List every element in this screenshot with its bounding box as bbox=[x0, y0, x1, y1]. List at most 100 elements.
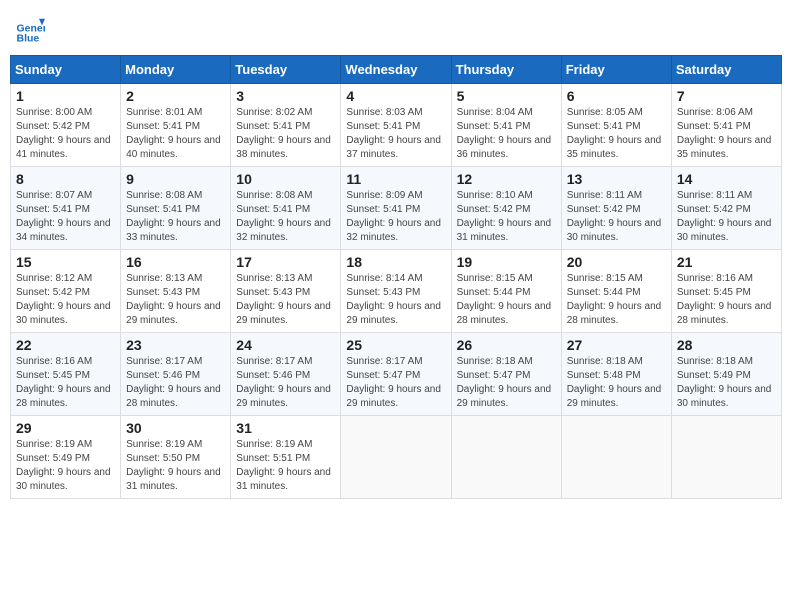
day-info: Sunrise: 8:16 AMSunset: 5:45 PMDaylight:… bbox=[16, 356, 111, 409]
day-number: 8 bbox=[16, 171, 115, 187]
day-number: 13 bbox=[567, 171, 666, 187]
calendar-cell: 17 Sunrise: 8:13 AMSunset: 5:43 PMDaylig… bbox=[231, 250, 341, 333]
calendar-week-2: 8 Sunrise: 8:07 AMSunset: 5:41 PMDayligh… bbox=[11, 167, 782, 250]
day-number: 6 bbox=[567, 88, 666, 104]
calendar-cell: 16 Sunrise: 8:13 AMSunset: 5:43 PMDaylig… bbox=[121, 250, 231, 333]
day-info: Sunrise: 8:04 AMSunset: 5:41 PMDaylight:… bbox=[457, 107, 552, 160]
calendar-week-3: 15 Sunrise: 8:12 AMSunset: 5:42 PMDaylig… bbox=[11, 250, 782, 333]
logo: General Blue bbox=[15, 15, 49, 45]
calendar-cell bbox=[451, 416, 561, 499]
calendar-cell: 18 Sunrise: 8:14 AMSunset: 5:43 PMDaylig… bbox=[341, 250, 451, 333]
calendar-header-row: SundayMondayTuesdayWednesdayThursdayFrid… bbox=[11, 56, 782, 84]
day-number: 29 bbox=[16, 420, 115, 436]
day-number: 12 bbox=[457, 171, 556, 187]
calendar-cell: 13 Sunrise: 8:11 AMSunset: 5:42 PMDaylig… bbox=[561, 167, 671, 250]
day-info: Sunrise: 8:17 AMSunset: 5:47 PMDaylight:… bbox=[346, 356, 441, 409]
calendar-cell: 4 Sunrise: 8:03 AMSunset: 5:41 PMDayligh… bbox=[341, 84, 451, 167]
day-info: Sunrise: 8:19 AMSunset: 5:49 PMDaylight:… bbox=[16, 439, 111, 492]
calendar-cell bbox=[341, 416, 451, 499]
logo-icon: General Blue bbox=[15, 15, 45, 45]
calendar-cell: 19 Sunrise: 8:15 AMSunset: 5:44 PMDaylig… bbox=[451, 250, 561, 333]
calendar-cell: 21 Sunrise: 8:16 AMSunset: 5:45 PMDaylig… bbox=[671, 250, 781, 333]
calendar-cell: 11 Sunrise: 8:09 AMSunset: 5:41 PMDaylig… bbox=[341, 167, 451, 250]
day-number: 2 bbox=[126, 88, 225, 104]
calendar-cell: 26 Sunrise: 8:18 AMSunset: 5:47 PMDaylig… bbox=[451, 333, 561, 416]
day-info: Sunrise: 8:07 AMSunset: 5:41 PMDaylight:… bbox=[16, 190, 111, 243]
day-number: 28 bbox=[677, 337, 776, 353]
calendar-cell: 5 Sunrise: 8:04 AMSunset: 5:41 PMDayligh… bbox=[451, 84, 561, 167]
day-info: Sunrise: 8:12 AMSunset: 5:42 PMDaylight:… bbox=[16, 273, 111, 326]
day-info: Sunrise: 8:16 AMSunset: 5:45 PMDaylight:… bbox=[677, 273, 772, 326]
calendar-week-4: 22 Sunrise: 8:16 AMSunset: 5:45 PMDaylig… bbox=[11, 333, 782, 416]
calendar-cell: 2 Sunrise: 8:01 AMSunset: 5:41 PMDayligh… bbox=[121, 84, 231, 167]
day-number: 26 bbox=[457, 337, 556, 353]
calendar-cell bbox=[561, 416, 671, 499]
calendar-header-thursday: Thursday bbox=[451, 56, 561, 84]
calendar-cell: 27 Sunrise: 8:18 AMSunset: 5:48 PMDaylig… bbox=[561, 333, 671, 416]
calendar-cell: 14 Sunrise: 8:11 AMSunset: 5:42 PMDaylig… bbox=[671, 167, 781, 250]
calendar-cell: 7 Sunrise: 8:06 AMSunset: 5:41 PMDayligh… bbox=[671, 84, 781, 167]
day-info: Sunrise: 8:14 AMSunset: 5:43 PMDaylight:… bbox=[346, 273, 441, 326]
calendar-cell: 6 Sunrise: 8:05 AMSunset: 5:41 PMDayligh… bbox=[561, 84, 671, 167]
calendar-cell: 10 Sunrise: 8:08 AMSunset: 5:41 PMDaylig… bbox=[231, 167, 341, 250]
day-number: 27 bbox=[567, 337, 666, 353]
day-info: Sunrise: 8:18 AMSunset: 5:47 PMDaylight:… bbox=[457, 356, 552, 409]
day-number: 25 bbox=[346, 337, 445, 353]
day-info: Sunrise: 8:15 AMSunset: 5:44 PMDaylight:… bbox=[457, 273, 552, 326]
day-info: Sunrise: 8:17 AMSunset: 5:46 PMDaylight:… bbox=[236, 356, 331, 409]
day-number: 31 bbox=[236, 420, 335, 436]
day-info: Sunrise: 8:18 AMSunset: 5:49 PMDaylight:… bbox=[677, 356, 772, 409]
calendar-week-5: 29 Sunrise: 8:19 AMSunset: 5:49 PMDaylig… bbox=[11, 416, 782, 499]
calendar-table: SundayMondayTuesdayWednesdayThursdayFrid… bbox=[10, 55, 782, 499]
calendar-cell: 28 Sunrise: 8:18 AMSunset: 5:49 PMDaylig… bbox=[671, 333, 781, 416]
day-info: Sunrise: 8:11 AMSunset: 5:42 PMDaylight:… bbox=[567, 190, 662, 243]
day-info: Sunrise: 8:19 AMSunset: 5:51 PMDaylight:… bbox=[236, 439, 331, 492]
day-number: 18 bbox=[346, 254, 445, 270]
calendar-cell: 1 Sunrise: 8:00 AMSunset: 5:42 PMDayligh… bbox=[11, 84, 121, 167]
day-number: 5 bbox=[457, 88, 556, 104]
day-number: 16 bbox=[126, 254, 225, 270]
calendar-cell: 12 Sunrise: 8:10 AMSunset: 5:42 PMDaylig… bbox=[451, 167, 561, 250]
calendar-cell: 24 Sunrise: 8:17 AMSunset: 5:46 PMDaylig… bbox=[231, 333, 341, 416]
calendar-cell: 3 Sunrise: 8:02 AMSunset: 5:41 PMDayligh… bbox=[231, 84, 341, 167]
day-number: 14 bbox=[677, 171, 776, 187]
day-info: Sunrise: 8:11 AMSunset: 5:42 PMDaylight:… bbox=[677, 190, 772, 243]
day-number: 24 bbox=[236, 337, 335, 353]
calendar-cell: 25 Sunrise: 8:17 AMSunset: 5:47 PMDaylig… bbox=[341, 333, 451, 416]
day-info: Sunrise: 8:05 AMSunset: 5:41 PMDaylight:… bbox=[567, 107, 662, 160]
page-header: General Blue bbox=[10, 10, 782, 45]
calendar-header-sunday: Sunday bbox=[11, 56, 121, 84]
day-number: 20 bbox=[567, 254, 666, 270]
day-number: 19 bbox=[457, 254, 556, 270]
day-info: Sunrise: 8:00 AMSunset: 5:42 PMDaylight:… bbox=[16, 107, 111, 160]
calendar-cell: 15 Sunrise: 8:12 AMSunset: 5:42 PMDaylig… bbox=[11, 250, 121, 333]
day-number: 17 bbox=[236, 254, 335, 270]
day-info: Sunrise: 8:03 AMSunset: 5:41 PMDaylight:… bbox=[346, 107, 441, 160]
day-number: 15 bbox=[16, 254, 115, 270]
day-info: Sunrise: 8:19 AMSunset: 5:50 PMDaylight:… bbox=[126, 439, 221, 492]
day-number: 21 bbox=[677, 254, 776, 270]
day-info: Sunrise: 8:02 AMSunset: 5:41 PMDaylight:… bbox=[236, 107, 331, 160]
calendar-header-wednesday: Wednesday bbox=[341, 56, 451, 84]
calendar-cell: 20 Sunrise: 8:15 AMSunset: 5:44 PMDaylig… bbox=[561, 250, 671, 333]
day-info: Sunrise: 8:15 AMSunset: 5:44 PMDaylight:… bbox=[567, 273, 662, 326]
day-number: 11 bbox=[346, 171, 445, 187]
svg-text:Blue: Blue bbox=[17, 32, 40, 44]
day-info: Sunrise: 8:18 AMSunset: 5:48 PMDaylight:… bbox=[567, 356, 662, 409]
day-number: 3 bbox=[236, 88, 335, 104]
day-number: 30 bbox=[126, 420, 225, 436]
calendar-header-friday: Friday bbox=[561, 56, 671, 84]
day-number: 1 bbox=[16, 88, 115, 104]
calendar-cell bbox=[671, 416, 781, 499]
day-info: Sunrise: 8:13 AMSunset: 5:43 PMDaylight:… bbox=[236, 273, 331, 326]
calendar-header-monday: Monday bbox=[121, 56, 231, 84]
calendar-header-saturday: Saturday bbox=[671, 56, 781, 84]
day-info: Sunrise: 8:08 AMSunset: 5:41 PMDaylight:… bbox=[126, 190, 221, 243]
calendar-cell: 9 Sunrise: 8:08 AMSunset: 5:41 PMDayligh… bbox=[121, 167, 231, 250]
calendar-cell: 22 Sunrise: 8:16 AMSunset: 5:45 PMDaylig… bbox=[11, 333, 121, 416]
day-number: 10 bbox=[236, 171, 335, 187]
day-info: Sunrise: 8:01 AMSunset: 5:41 PMDaylight:… bbox=[126, 107, 221, 160]
day-info: Sunrise: 8:17 AMSunset: 5:46 PMDaylight:… bbox=[126, 356, 221, 409]
day-number: 22 bbox=[16, 337, 115, 353]
day-info: Sunrise: 8:08 AMSunset: 5:41 PMDaylight:… bbox=[236, 190, 331, 243]
